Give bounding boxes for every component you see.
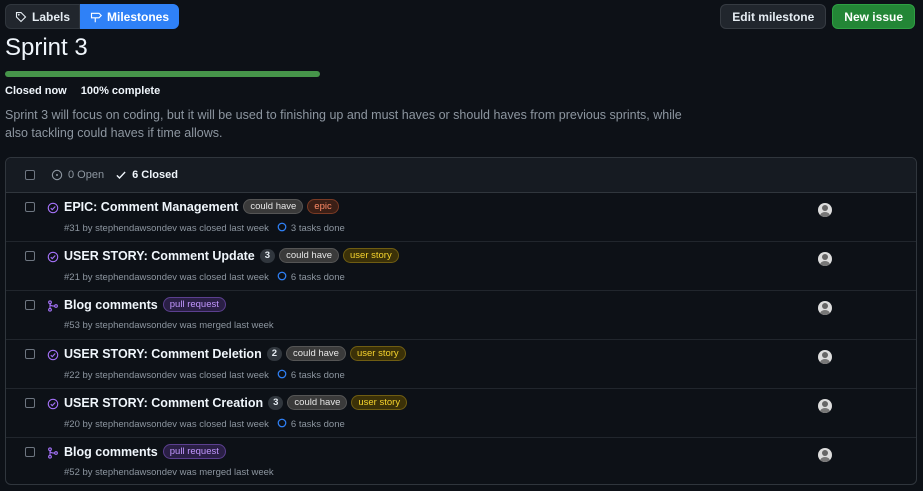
tasks-progress: 3 tasks done (277, 222, 345, 235)
tasks-done-text: 6 tasks done (290, 370, 345, 381)
comment-count-badge: 2 (266, 346, 283, 361)
row-checkbox[interactable] (25, 251, 35, 261)
issue-row[interactable]: USER STORY: Comment Creation 3 could have u… (6, 389, 916, 438)
check-circle-icon (47, 250, 59, 266)
issue-meta: #20 by stephendawsondev was closed last … (64, 419, 269, 430)
merge-icon (47, 446, 59, 462)
issue-label[interactable]: could have (279, 248, 340, 263)
row-meta-line: #21 by stephendawsondev was closed last … (64, 271, 345, 284)
issue-label[interactable]: pull request (162, 444, 226, 459)
new-issue-button[interactable]: New issue (832, 4, 915, 29)
task-progress-icon (277, 271, 287, 284)
comment-count-badge: 3 (268, 395, 284, 410)
milestone-status: Closed now (5, 85, 67, 97)
issue-meta: #53 by stephendawsondev was merged last … (64, 320, 274, 331)
labels-tab[interactable]: Labels (5, 4, 81, 29)
issue-title-link[interactable]: EPIC: Comment Management (64, 200, 238, 214)
issue-meta: #21 by stephendawsondev was closed last … (64, 272, 269, 283)
issue-label[interactable]: user story (349, 346, 406, 361)
closed-filter[interactable]: 6 Closed (115, 169, 178, 181)
task-progress-icon (277, 222, 287, 235)
issue-meta: #31 by stephendawsondev was closed last … (64, 223, 269, 234)
issue-title-link[interactable]: Blog comments (64, 298, 158, 312)
open-count: 0 Open (68, 169, 105, 181)
row-checkbox[interactable] (25, 202, 35, 212)
issue-label[interactable]: pull request (162, 297, 226, 312)
issue-label[interactable]: could have (287, 395, 348, 410)
closed-count: 6 Closed (132, 169, 178, 181)
check-icon (116, 171, 126, 179)
issue-row[interactable]: Blog comments pull request #52 by stephend… (6, 438, 916, 484)
issue-label[interactable]: could have (286, 346, 346, 361)
issue-list-header: 0 Open 6 Closed (6, 158, 916, 193)
task-progress-icon (277, 369, 287, 382)
issue-label[interactable]: user story (343, 248, 399, 263)
issue-label[interactable]: epic (307, 199, 339, 214)
assignee-avatar[interactable] (818, 203, 832, 217)
row-title-line: Blog comments pull request (64, 444, 226, 459)
progress-fill (5, 71, 320, 77)
check-circle-icon (47, 348, 59, 364)
open-filter[interactable]: 0 Open (51, 169, 104, 181)
row-checkbox[interactable] (25, 349, 35, 359)
milestone-title: Sprint 3 (5, 34, 88, 61)
row-title-line: USER STORY: Comment Update 3 could have use… (64, 248, 399, 263)
tasks-done-text: 6 tasks done (290, 419, 345, 430)
issue-title-link[interactable]: USER STORY: Comment Deletion (64, 347, 262, 361)
check-circle-icon (47, 201, 59, 217)
issue-meta: #52 by stephendawsondev was merged last … (64, 467, 274, 478)
milestones-tab-label: Milestones (107, 9, 170, 24)
row-checkbox[interactable] (25, 398, 35, 408)
row-meta-line: #53 by stephendawsondev was merged last … (64, 320, 274, 331)
milestone-actions: Edit milestone New issue (720, 4, 915, 29)
row-title-line: USER STORY: Comment Creation 3 could have u… (64, 395, 408, 410)
row-meta-line: #20 by stephendawsondev was closed last … (64, 418, 345, 431)
tasks-progress: 6 tasks done (277, 418, 345, 431)
issue-meta: #22 by stephendawsondev was closed last … (64, 370, 269, 381)
milestone-description: Sprint 3 will focus on coding, but it wi… (5, 108, 682, 140)
assignee-avatar[interactable] (818, 350, 832, 364)
milestones-tab[interactable]: Milestones (80, 4, 180, 29)
milestone-icon (90, 12, 103, 22)
row-checkbox[interactable] (25, 300, 35, 310)
row-checkbox[interactable] (25, 447, 35, 457)
milestone-meta: Closed now 100% complete (5, 85, 160, 97)
issue-label[interactable]: could have (243, 199, 304, 214)
tasks-progress: 6 tasks done (277, 369, 345, 382)
issue-title-link[interactable]: Blog comments (64, 445, 158, 459)
select-all-checkbox[interactable] (25, 170, 35, 180)
issue-title-link[interactable]: USER STORY: Comment Creation (64, 396, 263, 410)
issue-list: 0 Open 6 Closed EPIC: Comment Management… (5, 157, 917, 485)
issue-label[interactable]: user story (351, 395, 408, 410)
row-title-line: USER STORY: Comment Deletion 2 could have u… (64, 346, 406, 361)
tasks-done-text: 3 tasks done (290, 223, 345, 234)
issue-opened-icon (51, 169, 63, 181)
task-progress-icon (277, 418, 287, 431)
labels-tab-label: Labels (32, 9, 71, 24)
tasks-progress: 6 tasks done (277, 271, 345, 284)
issue-row[interactable]: EPIC: Comment Management could have epic #3… (6, 193, 916, 242)
row-meta-line: #22 by stephendawsondev was closed last … (64, 369, 345, 382)
assignee-avatar[interactable] (818, 399, 832, 413)
labels-milestones-toggle: Labels Milestones (5, 4, 180, 29)
tasks-done-text: 6 tasks done (290, 272, 345, 283)
issue-row[interactable]: USER STORY: Comment Update 3 could have use… (6, 242, 916, 291)
row-meta-line: #52 by stephendawsondev was merged last … (64, 467, 274, 478)
edit-milestone-button[interactable]: Edit milestone (720, 4, 827, 29)
assignee-avatar[interactable] (818, 301, 832, 315)
issue-row[interactable]: USER STORY: Comment Deletion 2 could have u… (6, 340, 916, 389)
assignee-avatar[interactable] (818, 252, 832, 266)
row-meta-line: #31 by stephendawsondev was closed last … (64, 222, 345, 235)
progress-bar (5, 71, 320, 77)
row-title-line: EPIC: Comment Management could have epic (64, 199, 339, 214)
check-circle-icon (47, 397, 59, 413)
row-title-line: Blog comments pull request (64, 297, 226, 312)
tag-icon (15, 11, 27, 22)
percent-complete: 100% complete (80, 85, 161, 97)
comment-count-badge: 3 (259, 248, 276, 263)
issue-row[interactable]: Blog comments pull request #53 by stephend… (6, 291, 916, 340)
merge-icon (47, 299, 59, 315)
issue-title-link[interactable]: USER STORY: Comment Update (64, 249, 255, 263)
assignee-avatar[interactable] (818, 448, 832, 462)
